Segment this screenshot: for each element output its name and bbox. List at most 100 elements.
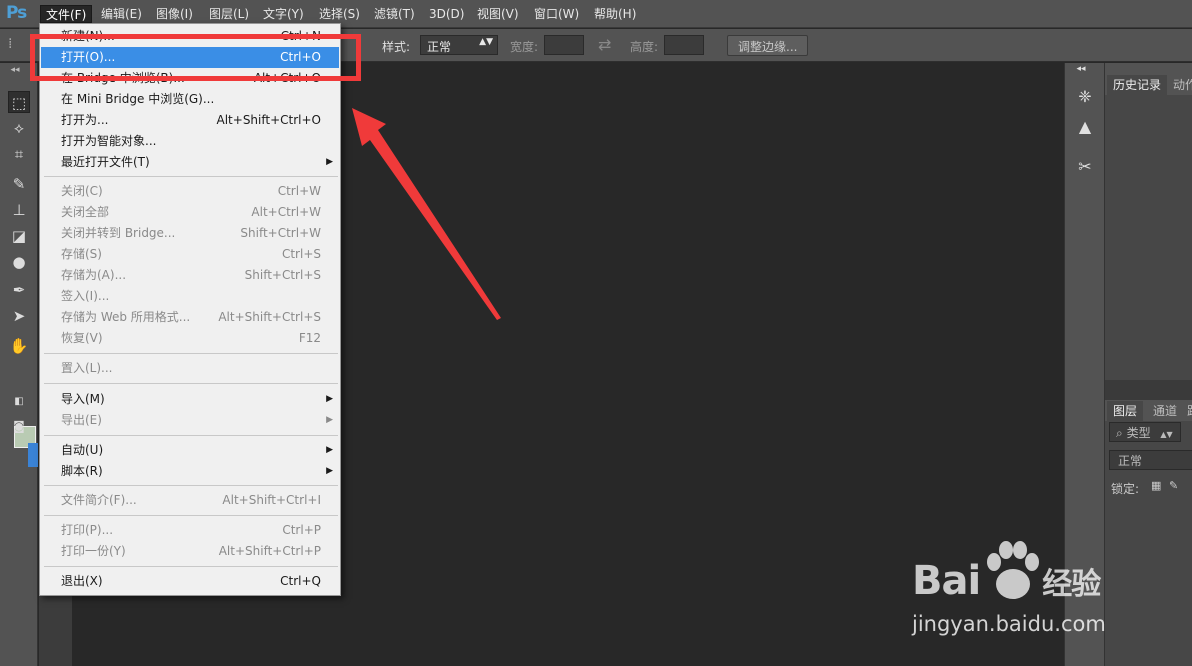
swap-icon[interactable]: ⇄ <box>598 35 611 54</box>
blur-tool-icon[interactable]: ● <box>8 251 30 273</box>
photoshop-logo: Ps <box>6 3 27 23</box>
background-color-swatch[interactable] <box>28 443 38 467</box>
style-select[interactable]: 正常 ▲▼ <box>420 35 498 55</box>
width-field[interactable] <box>544 35 584 55</box>
refine-edge-button[interactable]: 调整边缘... <box>727 35 809 56</box>
menu-help[interactable]: 帮助(H) <box>589 5 641 23</box>
menu-select[interactable]: 选择(S) <box>314 5 365 23</box>
submenu-arrow-icon: ▶ <box>326 394 333 404</box>
annotation-arrow-icon <box>352 108 501 320</box>
menu-item-shortcut: F12 <box>298 331 321 345</box>
path-select-icon[interactable]: ➤ <box>8 305 30 327</box>
submenu-arrow-icon: ▶ <box>326 415 333 425</box>
menu-item-automate[interactable]: 自动(U) ▶ <box>41 440 339 461</box>
menu-item-mini-bridge[interactable]: 在 Mini Bridge 中浏览(G)... <box>41 89 339 110</box>
menu-item-shortcut: Ctrl+S <box>281 247 321 261</box>
menu-view[interactable]: 视图(V) <box>472 5 524 23</box>
menu-separator <box>44 353 338 354</box>
menu-item-print[interactable]: 打印(P)... Ctrl+P <box>41 520 339 541</box>
histogram-icon[interactable]: ▲ <box>1073 115 1097 139</box>
menu-item-label: 存储(S) <box>61 247 102 261</box>
menu-item-save-as[interactable]: 存储为(A)... Shift+Ctrl+S <box>41 265 339 286</box>
menu-layer[interactable]: 图层(L) <box>204 5 254 23</box>
menu-item-import[interactable]: 导入(M) ▶ <box>41 389 339 410</box>
tab-history[interactable]: 历史记录 <box>1107 75 1168 95</box>
menu-item-close[interactable]: 关闭(C) Ctrl+W <box>41 181 339 202</box>
menu-item-revert[interactable]: 恢复(V) F12 <box>41 328 339 349</box>
layer-filter-select[interactable]: ⌕ 类型 ▲▼ <box>1109 422 1181 442</box>
menu-item-close-go-bridge[interactable]: 关闭并转到 Bridge... Shift+Ctrl+W <box>41 223 339 244</box>
menu-item-open-smart-object[interactable]: 打开为智能对象... <box>41 131 339 152</box>
chevron-down-icon: ▲▼ <box>1160 430 1173 439</box>
lock-paint-icon[interactable]: ✎ <box>1169 479 1178 492</box>
quick-mask-icon[interactable]: ◙ <box>8 415 30 437</box>
style-select-value: 正常 <box>427 40 452 54</box>
blend-mode-value: 正常 <box>1118 454 1143 468</box>
menu-item-scripts[interactable]: 脚本(R) ▶ <box>41 461 339 482</box>
chevron-down-icon: ▲▼ <box>479 37 493 47</box>
marquee-tool-icon[interactable]: ⬚ <box>8 91 30 113</box>
pen-tool-icon[interactable]: ✒ <box>8 279 30 301</box>
tab-channels[interactable]: 通道 <box>1147 401 1183 421</box>
menu-item-recent-files[interactable]: 最近打开文件(T) ▶ <box>41 152 339 173</box>
menu-window[interactable]: 窗口(W) <box>529 5 584 23</box>
menu-filter[interactable]: 滤镜(T) <box>369 5 420 23</box>
tab-actions[interactable]: 动作 <box>1167 75 1192 95</box>
blend-mode-select[interactable]: 正常 <box>1109 450 1192 470</box>
menu-item-shortcut: Shift+Ctrl+W <box>240 226 321 240</box>
menu-item-save[interactable]: 存储(S) Ctrl+S <box>41 244 339 265</box>
menu-item-close-all[interactable]: 关闭全部 Alt+Ctrl+W <box>41 202 339 223</box>
hand-tool-icon[interactable]: ✋ <box>8 335 30 357</box>
baidu-logo-text: Bai 经验 <box>912 558 1101 604</box>
menu-item-print-one[interactable]: 打印一份(Y) Alt+Shift+Ctrl+P <box>41 541 339 562</box>
menu-item-label: 打印一份(Y) <box>61 544 126 558</box>
menu-3d[interactable]: 3D(D) <box>424 5 469 23</box>
file-menu-dropdown: 新建(N)... Ctrl+N 打开(O)... Ctrl+O 在 Bridge 中… <box>39 23 341 596</box>
menu-item-save-for-web[interactable]: 存储为 Web 所用格式... Alt+Shift+Ctrl+S <box>41 307 339 328</box>
style-label: 样式: <box>382 40 411 54</box>
menu-item-export[interactable]: 导出(E) ▶ <box>41 410 339 431</box>
options-grip-icon: ⁞ <box>8 36 13 52</box>
tab-layers[interactable]: 图层 <box>1107 401 1144 421</box>
menu-file[interactable]: 文件(F) <box>40 5 93 23</box>
lasso-tool-icon[interactable]: ⟡ <box>8 117 30 139</box>
menu-item-label: 打印(P)... <box>61 523 114 537</box>
menu-item-label: 置入(L)... <box>61 361 113 375</box>
tab-paths[interactable]: 路 <box>1181 401 1192 421</box>
menu-separator <box>44 566 338 567</box>
menu-item-check-in[interactable]: 签入(I)... <box>41 286 339 307</box>
lock-transparency-icon[interactable]: ▦ <box>1151 479 1161 492</box>
menu-type[interactable]: 文字(Y) <box>258 5 309 23</box>
submenu-arrow-icon: ▶ <box>326 445 333 455</box>
menu-item-label: 最近打开文件(T) <box>61 155 150 169</box>
menu-item-exit[interactable]: 退出(X) Ctrl+Q <box>41 571 339 592</box>
eraser-tool-icon[interactable]: ◪ <box>8 225 30 247</box>
menu-separator <box>44 515 338 516</box>
watermark-url: jingyan.baidu.com <box>912 612 1106 636</box>
menu-item-label: 恢复(V) <box>61 331 103 345</box>
menu-item-label: 签入(I)... <box>61 289 110 303</box>
collapse-icon[interactable]: ◂◂ <box>4 65 26 75</box>
stamp-tool-icon[interactable]: ⊥ <box>8 199 30 221</box>
menu-item-shortcut: Ctrl+P <box>282 523 321 537</box>
menu-item-shortcut: Ctrl+W <box>277 184 321 198</box>
filter-kind-value: 类型 <box>1126 426 1151 440</box>
menu-item-open-as[interactable]: 打开为... Alt+Shift+Ctrl+O <box>41 110 339 131</box>
menu-item-label: 自动(U) <box>61 443 104 457</box>
menu-item-label: 在 Mini Bridge 中浏览(G)... <box>61 92 215 106</box>
default-colors-icon[interactable]: ◧ <box>8 391 30 413</box>
crop-tool-icon[interactable]: ⌗ <box>8 143 30 165</box>
healing-brush-icon[interactable]: ✎ <box>8 173 30 195</box>
dock-collapse-icon[interactable]: ◂◂ <box>1069 63 1093 75</box>
navigator-icon[interactable]: ❈ <box>1073 85 1097 109</box>
menu-image[interactable]: 图像(I) <box>151 5 198 23</box>
tool-presets-icon[interactable]: ✂ <box>1073 155 1097 179</box>
menu-item-shortcut: Alt+Shift+Ctrl+S <box>218 310 321 324</box>
menu-edit[interactable]: 编辑(E) <box>96 5 147 23</box>
menu-item-label: 关闭(C) <box>61 184 103 198</box>
menu-item-place[interactable]: 置入(L)... <box>41 358 339 379</box>
menu-item-label: 导出(E) <box>61 413 102 427</box>
menu-item-file-info[interactable]: 文件简介(F)... Alt+Shift+Ctrl+I <box>41 490 339 511</box>
menu-item-shortcut: Alt+Shift+Ctrl+O <box>216 113 321 127</box>
height-field[interactable] <box>664 35 704 55</box>
